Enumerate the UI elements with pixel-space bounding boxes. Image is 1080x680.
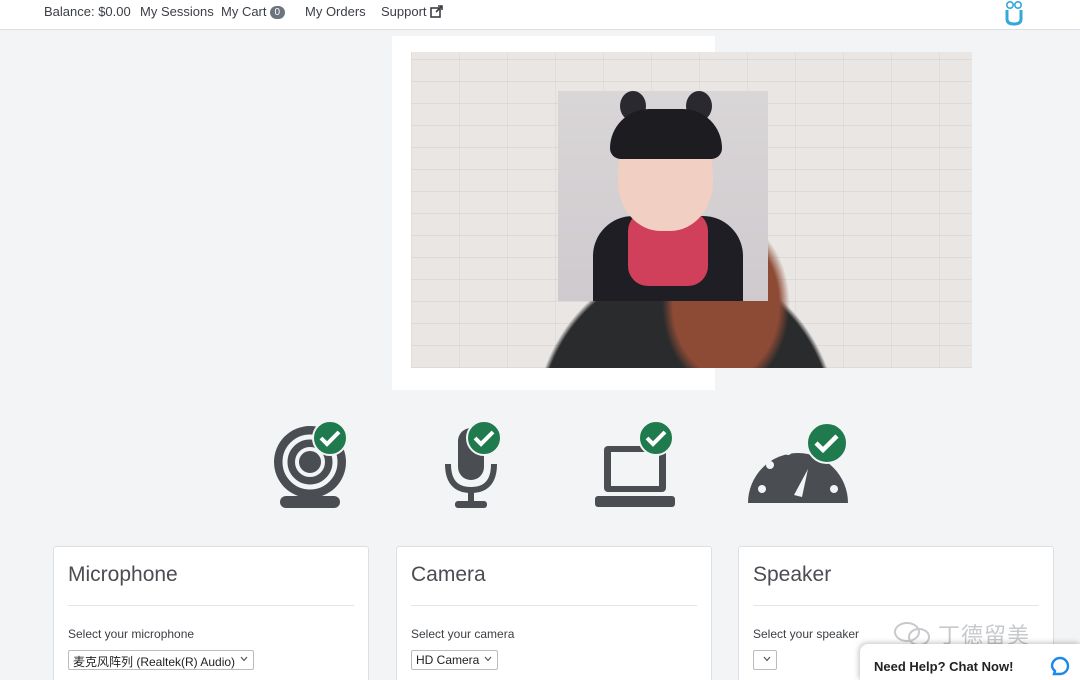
laptop-check-icon: [638, 420, 674, 456]
card-divider: [68, 605, 354, 606]
owl-logo-icon[interactable]: [1004, 0, 1024, 26]
card-divider: [411, 605, 697, 606]
chat-bubble-icon: [1050, 656, 1070, 676]
support-label: Support: [381, 4, 427, 19]
camera-select-label: Select your camera: [411, 627, 515, 641]
chevron-down-icon: [763, 656, 771, 662]
webcam-check-icon: [312, 420, 348, 456]
microphone-select[interactable]: 麦克风阵列 (Realtek(R) Audio): [68, 650, 255, 670]
microphone-select-label: Select your microphone: [68, 627, 195, 641]
face-filter-overlay: [558, 91, 768, 301]
chevron-down-icon: [240, 656, 248, 662]
filter-bangs: [610, 109, 722, 159]
camera-card-title: Camera: [411, 563, 486, 586]
my-sessions-link[interactable]: My Sessions: [140, 4, 214, 19]
camera-card: Camera Select your camera HD Camera: [396, 546, 712, 680]
card-divider: [753, 605, 1039, 606]
microphone-card-title: Microphone: [68, 563, 178, 586]
chat-widget[interactable]: Need Help? Chat Now!: [860, 644, 1080, 680]
balance-text: Balance: $0.00: [44, 4, 131, 19]
my-cart-link[interactable]: My Cart 0: [221, 4, 286, 19]
chevron-down-icon: [484, 656, 492, 662]
speedometer-check-icon: [806, 422, 848, 464]
support-link[interactable]: Support: [381, 4, 443, 19]
my-cart-label: My Cart: [221, 4, 267, 19]
microphone-selected-value: 麦克风阵列 (Realtek(R) Audio): [73, 655, 236, 669]
speaker-select[interactable]: [753, 650, 777, 670]
camera-select[interactable]: HD Camera: [411, 650, 499, 670]
chat-label: Need Help? Chat Now!: [874, 659, 1014, 674]
my-orders-link[interactable]: My Orders: [305, 4, 366, 19]
microphone-card: Microphone Select your microphone 麦克风阵列 …: [53, 546, 369, 680]
camera-selected-value: HD Camera: [416, 653, 480, 667]
cart-count-badge: 0: [269, 6, 286, 19]
microphone-check-icon: [466, 420, 502, 456]
top-nav: Balance: $0.00 My Sessions My Cart 0 My O…: [0, 0, 1080, 30]
external-link-icon: [429, 5, 443, 18]
speaker-card-title: Speaker: [753, 563, 832, 586]
speaker-select-label: Select your speaker: [753, 627, 860, 641]
